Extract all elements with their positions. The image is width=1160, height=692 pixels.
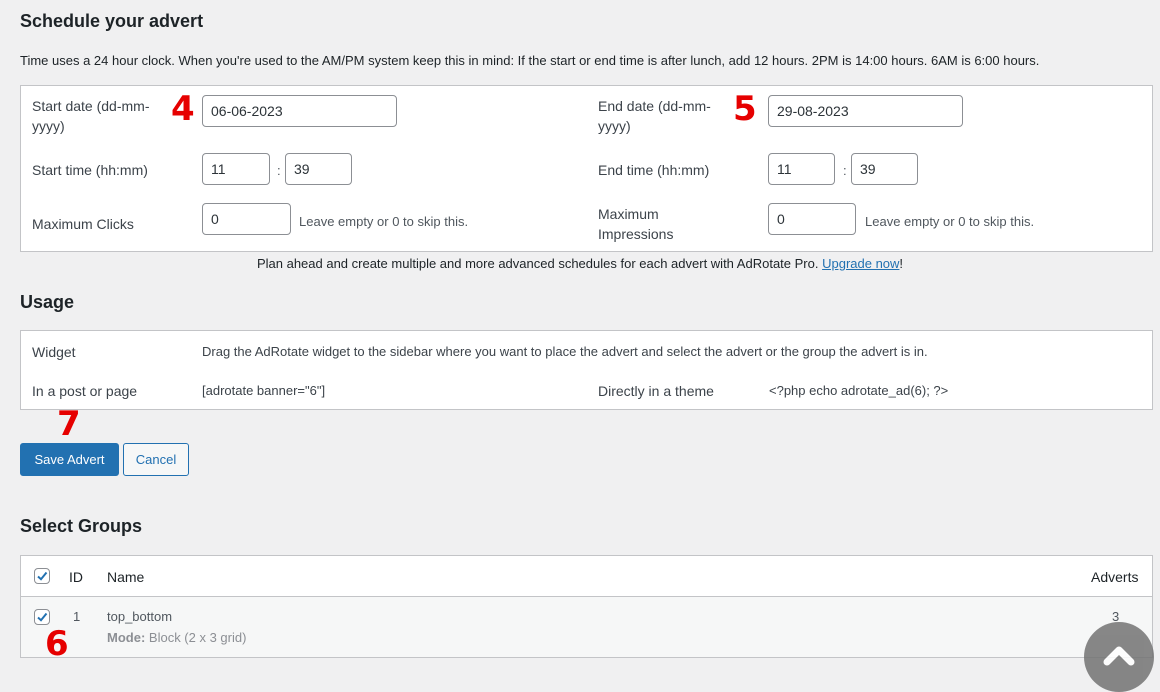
promo-end: ! (899, 256, 904, 271)
select-all-checkbox[interactable] (34, 568, 50, 584)
pro-promo: Plan ahead and create multiple and more … (0, 256, 1160, 271)
column-adverts: Adverts (1091, 569, 1139, 585)
scroll-to-top-button[interactable] (1084, 622, 1154, 692)
checkmark-icon (37, 612, 48, 622)
end-hour-input[interactable] (768, 153, 835, 185)
groups-table: ID Name Adverts 1 top_bottom Mode: Block… (20, 555, 1153, 658)
end-time-label: End time (hh:mm) (598, 162, 710, 178)
step-marker-7: 7 (57, 404, 81, 444)
schedule-title: Schedule your advert (20, 11, 204, 31)
column-id: ID (69, 569, 83, 585)
row-id: 1 (73, 609, 81, 624)
column-name: Name (107, 569, 145, 585)
max-impressions-help: Leave empty or 0 to skip this. (865, 214, 1035, 229)
save-advert-button[interactable]: Save Advert (20, 443, 119, 476)
start-time-label: Start time (hh:mm) (32, 162, 148, 178)
groups-title: Select Groups (20, 516, 143, 536)
row-name: top_bottom (107, 609, 173, 624)
row-mode: Mode: Block (2 x 3 grid) (107, 630, 246, 645)
table-row[interactable]: 1 top_bottom Mode: Block (2 x 3 grid) 3 (21, 597, 1152, 657)
promo-text: Plan ahead and create multiple and more … (256, 256, 819, 271)
row-mode-value: Block (2 x 3 grid) (148, 630, 247, 645)
end-date-label: End date (dd-mm-yyyy) (598, 98, 711, 134)
widget-text: Drag the AdRotate widget to the sidebar … (202, 344, 928, 359)
max-impressions-label: Maximum Impressions (598, 206, 674, 242)
chevron-up-icon (1103, 646, 1135, 666)
max-clicks-help: Leave empty or 0 to skip this. (299, 214, 469, 229)
step-marker-4: 4 (171, 89, 195, 129)
row-checkbox[interactable] (34, 609, 50, 625)
post-code: [adrotate banner="6"] (202, 383, 326, 398)
max-impressions-input[interactable] (768, 203, 856, 235)
start-date-label: Start date (dd-mm-yyyy) (32, 98, 150, 134)
row-mode-label: Mode: (107, 630, 146, 645)
cancel-button[interactable]: Cancel (123, 443, 189, 476)
theme-code: <?php echo adrotate_ad(6); ?> (769, 383, 949, 398)
checkmark-icon (37, 571, 48, 581)
upgrade-link[interactable]: Upgrade now (822, 256, 899, 271)
end-time-colon: : (843, 163, 847, 178)
end-date-input[interactable] (768, 95, 963, 127)
start-hour-input[interactable] (202, 153, 270, 185)
table-header: ID Name Adverts (21, 556, 1152, 597)
step-marker-6: 6 (45, 624, 69, 664)
widget-label: Widget (32, 344, 76, 360)
usage-title: Usage (20, 292, 75, 312)
start-time-colon: : (277, 163, 281, 178)
max-clicks-label: Maximum Clicks (32, 216, 134, 232)
end-minute-input[interactable] (851, 153, 918, 185)
start-date-input[interactable] (202, 95, 397, 127)
post-label: In a post or page (32, 383, 138, 399)
usage-box: Widget Drag the AdRotate widget to the s… (20, 330, 1153, 410)
start-minute-input[interactable] (285, 153, 352, 185)
schedule-note: Time uses a 24 hour clock. When you're u… (20, 53, 1040, 68)
max-clicks-input[interactable] (202, 203, 291, 235)
step-marker-5: 5 (733, 89, 757, 129)
theme-label: Directly in a theme (598, 383, 714, 399)
